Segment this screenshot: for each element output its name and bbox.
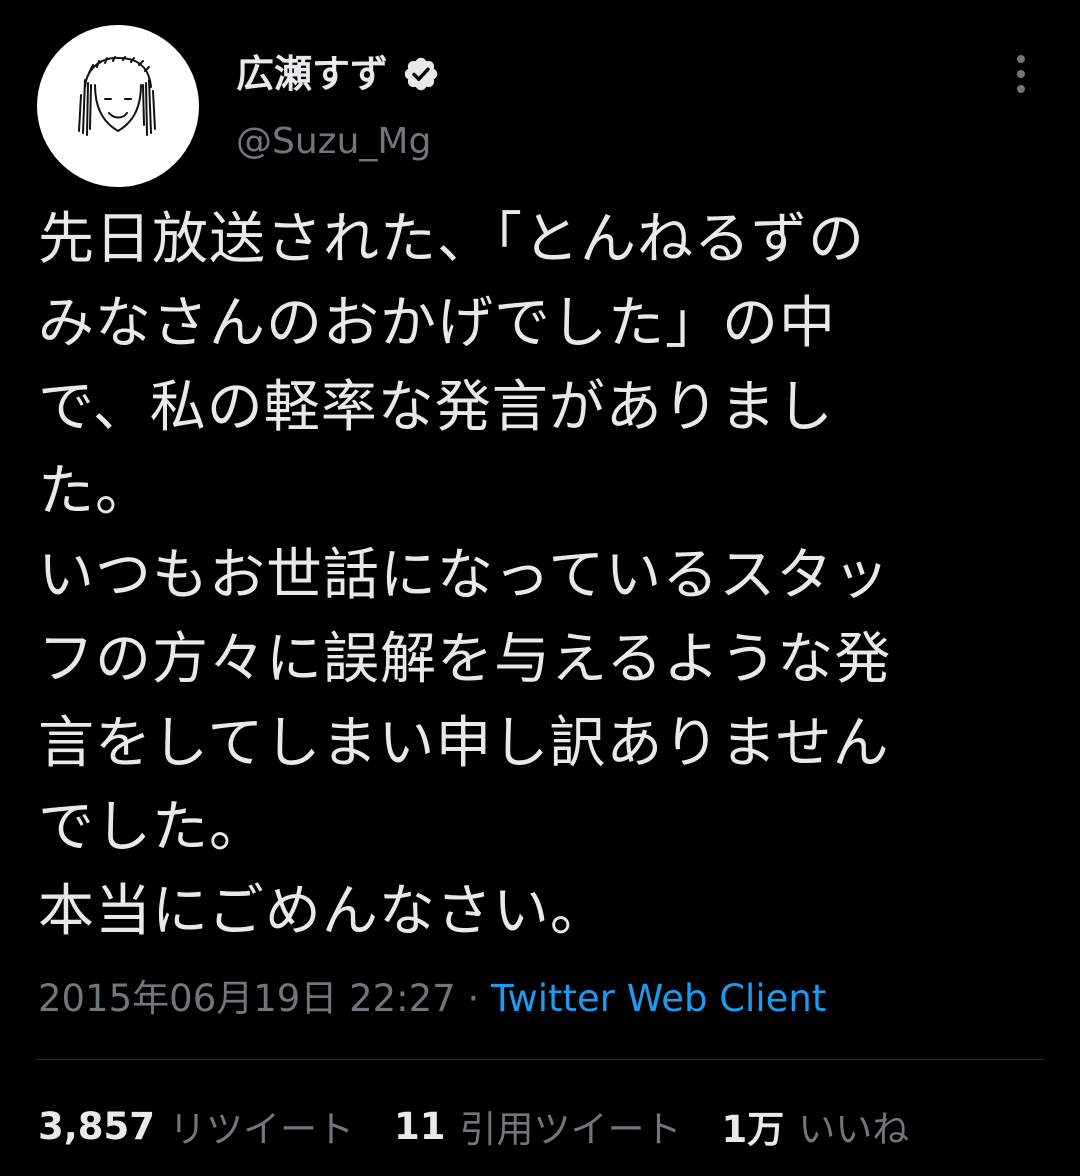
more-dot <box>1017 70 1025 78</box>
retweets-label: リツイート <box>169 1108 355 1151</box>
quotes-label: 引用ツイート <box>459 1108 682 1151</box>
author-handle[interactable]: @Suzu_Mg <box>236 118 431 166</box>
tweet-text-line: 先日放送された、「とんねるずの <box>38 207 865 272</box>
retweets-stat[interactable]: 3,857 リツイート <box>38 1099 354 1153</box>
retweets-count: 3,857 <box>38 1104 156 1148</box>
tweet-source-link[interactable]: Twitter Web Client <box>491 977 826 1020</box>
author-display-name[interactable]: 広瀬すず <box>236 50 388 98</box>
quotes-count: 11 <box>394 1104 446 1148</box>
tweet-text-line: で、私の軽率な発言がありまし <box>38 375 834 440</box>
tweet-stats: 3,857 リツイート 11 引用ツイート 1万 いいね <box>38 1100 909 1152</box>
tweet-text-line: でした。 <box>38 795 266 860</box>
divider <box>36 1059 1044 1060</box>
tweet-meta: 2015年06月19日 22:27 · Twitter Web Client <box>38 975 826 1023</box>
likes-label: いいね <box>798 1108 910 1151</box>
tweet-detail: 広瀬すず @Suzu_Mg 先日放送された、「とんねるずの みなさんのおかげでし… <box>0 0 1080 1176</box>
more-dot <box>1017 55 1025 63</box>
likes-stat[interactable]: 1万 いいね <box>722 1099 910 1153</box>
tweet-text-line: いつもお世話になっているスタッ <box>38 543 891 608</box>
hand-drawn-portrait-icon <box>78 56 156 136</box>
more-vertical-icon[interactable] <box>1004 52 1038 96</box>
tweet-text-line: 本当にごめんなさい。 <box>38 879 607 944</box>
more-dot <box>1017 85 1025 93</box>
quotes-stat[interactable]: 11 引用ツイート <box>394 1099 682 1153</box>
verified-badge-icon <box>404 57 438 91</box>
tweet-timestamp[interactable]: 2015年06月19日 22:27 <box>38 977 456 1020</box>
tweet-text-line: た。 <box>38 459 152 524</box>
tweet-text-line: みなさんのおかげでした」の中 <box>38 291 836 356</box>
avatar[interactable] <box>37 25 199 187</box>
likes-count: 1万 <box>721 1108 785 1151</box>
tweet-text: 先日放送された、「とんねるずの みなさんのおかげでした」の中 で、私の軽率な発言… <box>38 198 1048 954</box>
tweet-text-line: フの方々に誤解を与えるような発 <box>38 627 892 692</box>
tweet-text-line: 言をしてしまい申し訳ありません <box>38 711 890 776</box>
author-name-row: 広瀬すず <box>236 50 440 98</box>
meta-separator: · <box>455 977 492 1020</box>
